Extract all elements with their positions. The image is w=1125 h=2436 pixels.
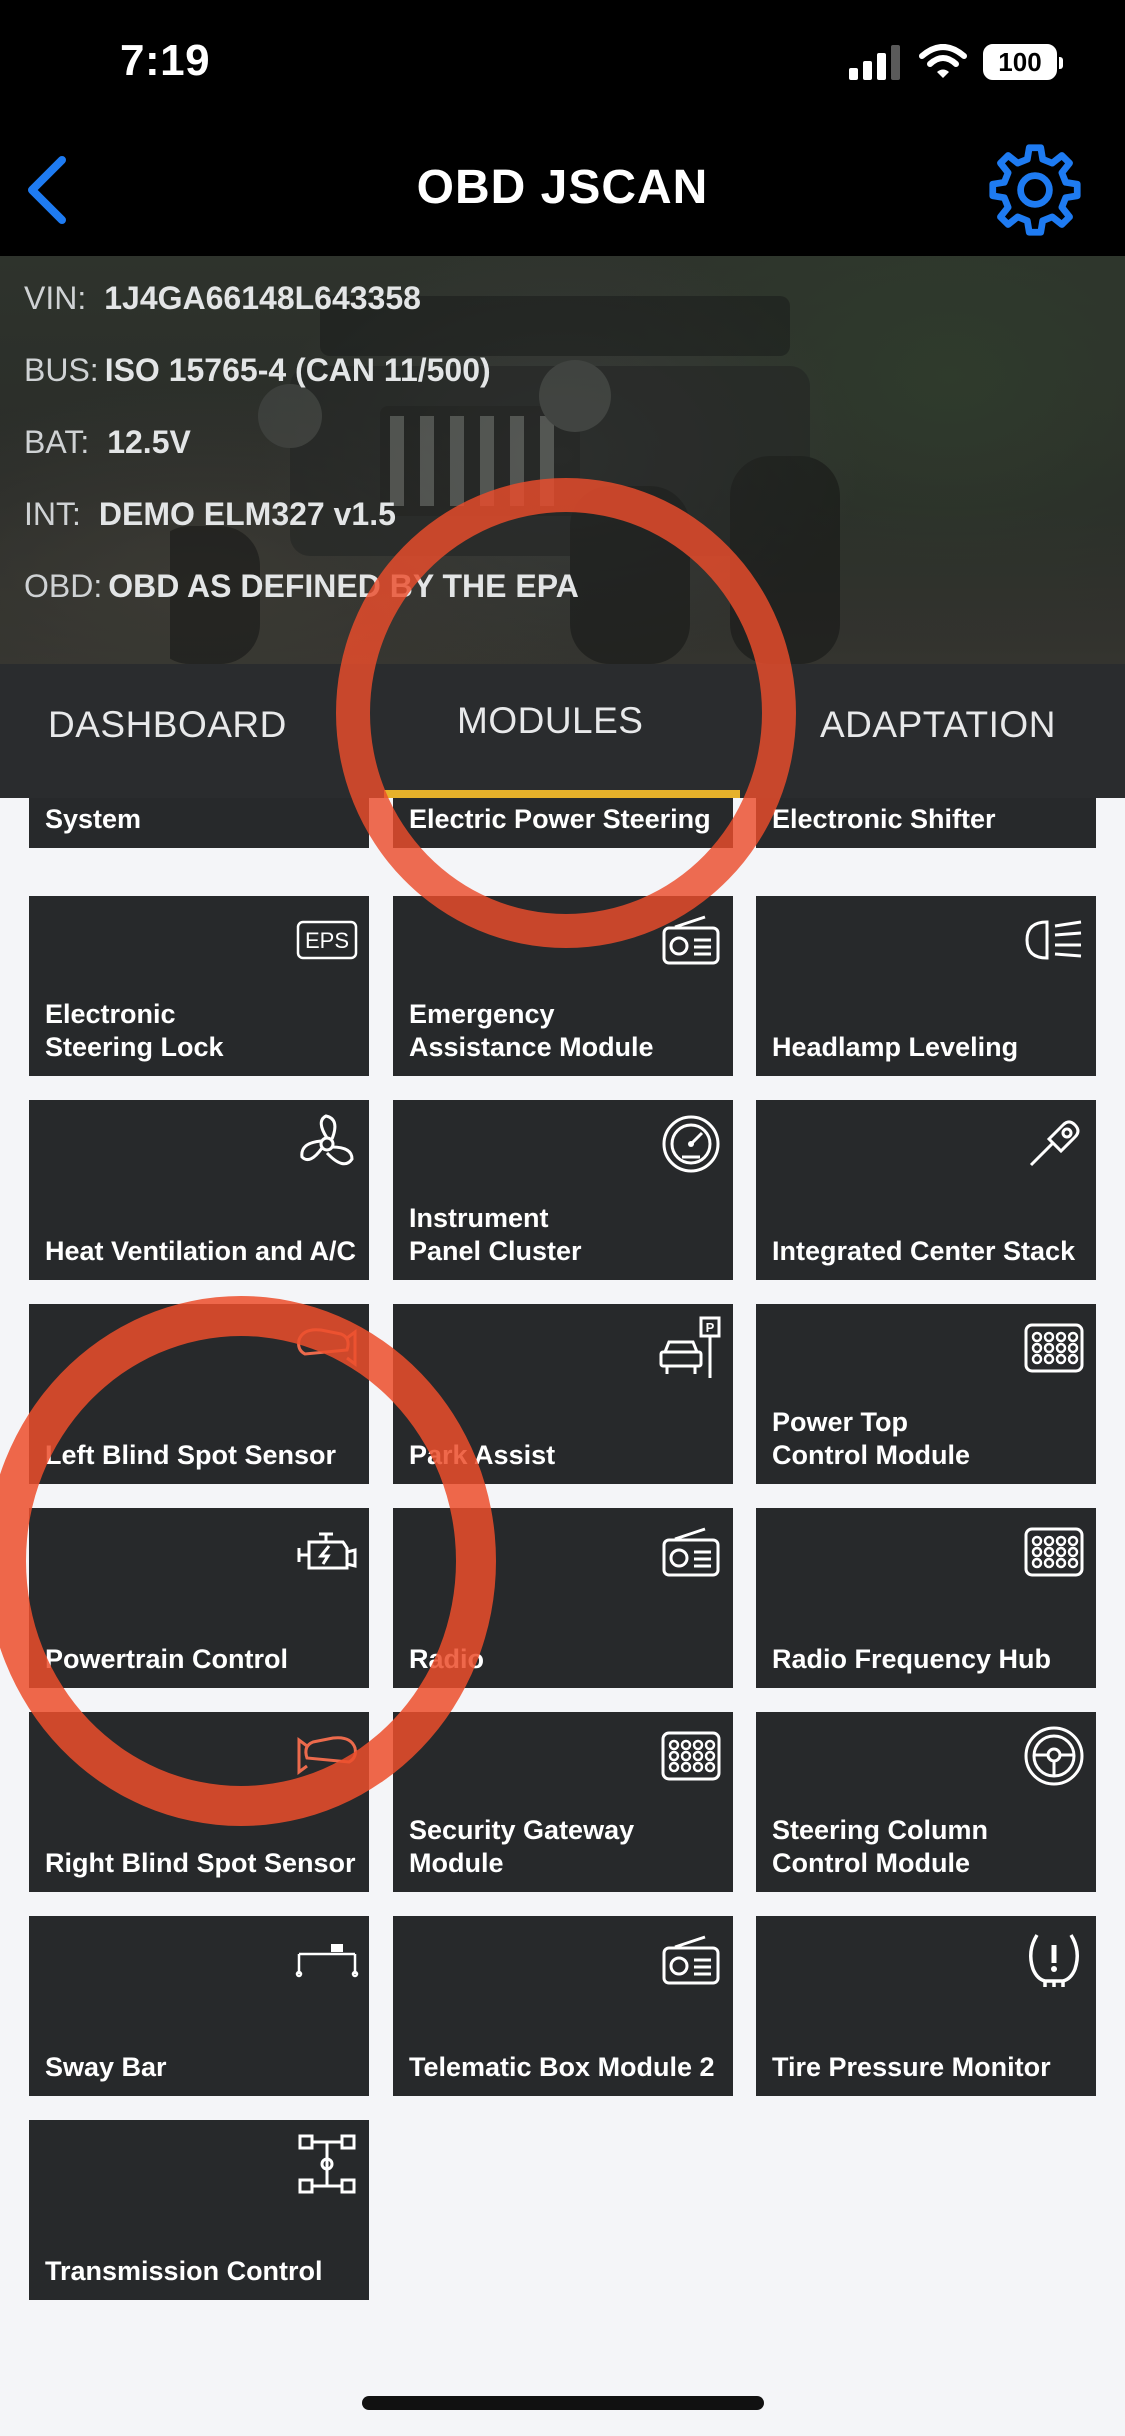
parking-icon: P <box>659 1316 723 1380</box>
tab-adaptation[interactable]: ADAPTATION <box>820 704 1056 746</box>
int-row: INT: DEMO ELM327 v1.5 <box>24 496 396 533</box>
tab-dashboard[interactable]: DASHBOARD <box>48 704 287 746</box>
module-tile-radio-frequency-hub[interactable]: Radio Frequency Hub <box>756 1508 1096 1688</box>
obd-label: OBD: <box>24 568 103 604</box>
module-label: Telematic Box Module 2 <box>409 2052 715 2082</box>
tab-modules[interactable]: MODULES <box>457 700 643 742</box>
module-label: Emergency Assistance Module <box>409 999 654 1062</box>
module-label: Headlamp Leveling <box>772 1032 1019 1062</box>
bus-row: BUS: ISO 15765-4 (CAN 11/500) <box>24 352 491 389</box>
module-tile-telematic-box-module-2[interactable]: Telematic Box Module 2 <box>393 1916 733 2096</box>
module-tile-electric-power-steering[interactable]: Electric Power Steering <box>393 798 733 848</box>
headlamp-icon <box>1022 908 1086 972</box>
home-indicator[interactable] <box>362 2396 764 2410</box>
module-tile-electronic-steering-lock[interactable]: EPS Electronic Steering Lock <box>29 896 369 1076</box>
module-chip-icon <box>1022 1520 1086 1584</box>
module-tile-headlamp-leveling[interactable]: Headlamp Leveling <box>756 896 1096 1076</box>
modules-grid: Drivers Assistance System Electric Power… <box>0 798 1125 2398</box>
module-label: Sway Bar <box>45 2052 167 2082</box>
obd-row: OBD: OBD AS DEFINED BY THE EPA <box>24 568 579 605</box>
module-label: Electric Power Steering <box>409 804 711 834</box>
bus-label: BUS: <box>24 352 99 388</box>
steering-wheel-icon <box>1022 1724 1086 1788</box>
module-tile-radio[interactable]: Radio <box>393 1508 733 1688</box>
module-tile-powertrain-control[interactable]: Powertrain Control <box>29 1508 369 1688</box>
tab-selected-indicator <box>384 790 740 798</box>
module-label: Radio Frequency Hub <box>772 1644 1052 1674</box>
module-label: Power Top Control Module <box>772 1407 970 1470</box>
vin-label: VIN: <box>24 280 87 316</box>
cellular-signal-icon <box>849 45 900 80</box>
module-label: Tire Pressure Monitor <box>772 2052 1051 2082</box>
tire-pressure-icon <box>1022 1928 1086 1992</box>
module-label: Instrument Panel Cluster <box>409 1203 582 1266</box>
module-tile-power-top-control-module[interactable]: Power Top Control Module <box>756 1304 1096 1484</box>
module-chip-icon <box>659 1724 723 1788</box>
sway-bar-icon <box>295 1928 359 1992</box>
module-label: Security Gateway Module <box>409 1815 635 1878</box>
module-tile-sway-bar[interactable]: Sway Bar <box>29 1916 369 2096</box>
bus-value: ISO 15765-4 (CAN 11/500) <box>104 352 491 388</box>
module-tile-security-gateway-module[interactable]: Security Gateway Module <box>393 1712 733 1892</box>
module-tile-emergency-assistance-module[interactable]: Emergency Assistance Module <box>393 896 733 1076</box>
module-tile-heat-ventilation-ac[interactable]: Heat Ventilation and A/C <box>29 1100 369 1280</box>
bat-row: BAT: 12.5V <box>24 424 191 461</box>
svg-text:P: P <box>706 1320 715 1335</box>
module-label: Heat Ventilation and A/C <box>45 1236 357 1266</box>
engine-icon <box>295 1520 359 1584</box>
status-icons: 100 <box>847 42 1063 82</box>
module-tile-tire-pressure-monitor[interactable]: Tire Pressure Monitor <box>756 1916 1096 2096</box>
settings-button[interactable] <box>985 140 1085 240</box>
transmission-icon <box>295 2132 359 2196</box>
mirror-icon <box>295 1316 359 1380</box>
obd-value: OBD AS DEFINED BY THE EPA <box>108 568 579 604</box>
module-tile-steering-column-control-module[interactable]: Steering Column Control Module <box>756 1712 1096 1892</box>
module-tile-right-blind-spot-sensor[interactable]: Right Blind Spot Sensor <box>29 1712 369 1892</box>
svg-text:EPS: EPS <box>305 928 349 953</box>
module-chip-icon <box>1022 1316 1086 1380</box>
module-label: Drivers Assistance System <box>45 798 287 834</box>
gear-icon <box>989 144 1081 236</box>
top-bar: 7:19 100 OBD JSCAN <box>0 0 1125 256</box>
module-label: Park Assist <box>409 1440 556 1470</box>
key-fob-icon <box>1022 1112 1086 1176</box>
vin-row: VIN: 1J4GA66148L643358 <box>24 280 421 317</box>
radio-icon <box>659 1928 723 1992</box>
bat-label: BAT: <box>24 424 90 460</box>
module-tile-instrument-panel-cluster[interactable]: Instrument Panel Cluster <box>393 1100 733 1280</box>
module-label: Electronic Steering Lock <box>45 999 224 1062</box>
module-tile-left-blind-spot-sensor[interactable]: Left Blind Spot Sensor <box>29 1304 369 1484</box>
vehicle-info-panel: VIN: 1J4GA66148L643358 BUS: ISO 15765-4 … <box>0 256 1125 664</box>
module-label: Transmission Control <box>45 2256 323 2286</box>
radio-icon <box>659 1520 723 1584</box>
module-label: Electronic Shifter <box>772 804 996 834</box>
int-value: DEMO ELM327 v1.5 <box>98 496 396 532</box>
module-label: Steering Column Control Module <box>772 1815 989 1878</box>
eps-icon: EPS <box>295 908 359 972</box>
module-tile-integrated-center-stack[interactable]: Integrated Center Stack <box>756 1100 1096 1280</box>
tab-bar: DASHBOARD MODULES ADAPTATION <box>0 664 1125 798</box>
module-tile-transmission-control[interactable]: Transmission Control <box>29 2120 369 2300</box>
page-title: OBD JSCAN <box>416 161 709 214</box>
battery-indicator: 100 <box>983 44 1063 80</box>
wifi-icon <box>919 44 967 78</box>
gauge-icon <box>659 1112 723 1176</box>
status-time: 7:19 <box>120 36 211 85</box>
module-tile-electronic-shifter[interactable]: Electronic Shifter <box>756 798 1096 848</box>
bat-value: 12.5V <box>107 424 191 460</box>
vin-value: 1J4GA66148L643358 <box>104 280 421 316</box>
mirror-icon <box>295 1724 359 1788</box>
radio-icon <box>659 908 723 972</box>
fan-icon <box>295 1112 359 1176</box>
module-tile-drivers-assistance-system[interactable]: Drivers Assistance System <box>29 798 369 848</box>
module-label: Radio <box>409 1644 485 1674</box>
module-label: Left Blind Spot Sensor <box>45 1440 337 1470</box>
module-label: Powertrain Control <box>45 1644 289 1674</box>
module-label: Integrated Center Stack <box>772 1236 1076 1266</box>
int-label: INT: <box>24 496 81 532</box>
module-label: Right Blind Spot Sensor <box>45 1848 356 1878</box>
module-tile-park-assist[interactable]: P Park Assist <box>393 1304 733 1484</box>
